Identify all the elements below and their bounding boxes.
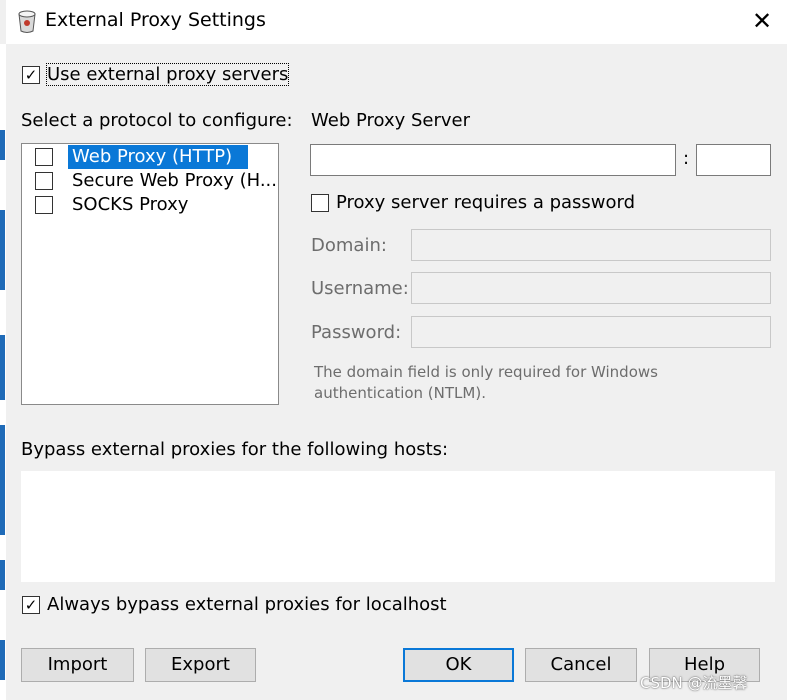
background-edge-mark	[0, 560, 5, 590]
username-label: Username:	[311, 278, 409, 299]
protocol-list[interactable]: Web Proxy (HTTP) Secure Web Proxy (H... …	[21, 143, 279, 405]
protocol-item-http[interactable]: Web Proxy (HTTP)	[22, 145, 278, 169]
protocol-item-label: Secure Web Proxy (H...	[72, 170, 278, 191]
background-edge-mark	[0, 130, 5, 160]
host-port-separator: :	[683, 148, 690, 169]
background-edge-mark	[0, 425, 5, 535]
bypass-localhost-label: Always bypass external proxies for local…	[47, 594, 447, 615]
cancel-button[interactable]: Cancel	[525, 648, 637, 682]
protocol-socks-checkbox[interactable]	[35, 196, 53, 214]
protocol-https-checkbox[interactable]	[35, 172, 53, 190]
password-label: Password:	[311, 322, 402, 343]
import-button[interactable]: Import	[21, 648, 134, 682]
domain-note: The domain field is only required for Wi…	[314, 363, 658, 402]
username-field	[411, 272, 771, 304]
protocol-item-label: Web Proxy (HTTP)	[68, 145, 248, 169]
watermark: CSDN @流墨馨	[640, 674, 748, 692]
requires-password-label: Proxy server requires a password	[336, 192, 636, 213]
check-icon: ✓	[24, 596, 38, 614]
bypass-hosts-textarea[interactable]	[21, 471, 775, 582]
background-edge-mark	[0, 210, 5, 290]
background-edge-mark	[0, 335, 5, 400]
ok-button[interactable]: OK	[403, 648, 514, 682]
bypass-localhost-checkbox[interactable]: ✓	[22, 596, 40, 614]
domain-label: Domain:	[311, 235, 387, 256]
window-title: External Proxy Settings	[45, 9, 266, 31]
close-icon: ✕	[751, 7, 773, 35]
server-heading: Web Proxy Server	[311, 110, 471, 131]
protocol-item-https[interactable]: Secure Web Proxy (H...	[22, 169, 278, 193]
protocol-item-label: SOCKS Proxy	[72, 194, 189, 215]
protocol-http-checkbox[interactable]	[35, 148, 53, 166]
background-edge-mark	[0, 640, 5, 680]
use-external-proxy-label[interactable]: Use external proxy servers	[45, 63, 290, 86]
password-field	[411, 316, 771, 348]
requires-password-checkbox[interactable]	[311, 194, 329, 212]
proxy-port-input[interactable]	[696, 144, 771, 176]
proxy-app-icon	[15, 8, 39, 34]
close-button[interactable]: ✕	[740, 0, 784, 42]
proxy-host-input[interactable]	[310, 144, 676, 176]
bypass-heading: Bypass external proxies for the followin…	[21, 439, 449, 460]
check-icon: ✓	[24, 66, 38, 84]
export-button[interactable]: Export	[145, 648, 256, 682]
use-external-proxy-checkbox[interactable]: ✓	[22, 66, 40, 84]
protocol-item-socks[interactable]: SOCKS Proxy	[22, 193, 278, 217]
domain-field	[411, 229, 771, 261]
protocol-heading: Select a protocol to configure:	[21, 110, 293, 131]
